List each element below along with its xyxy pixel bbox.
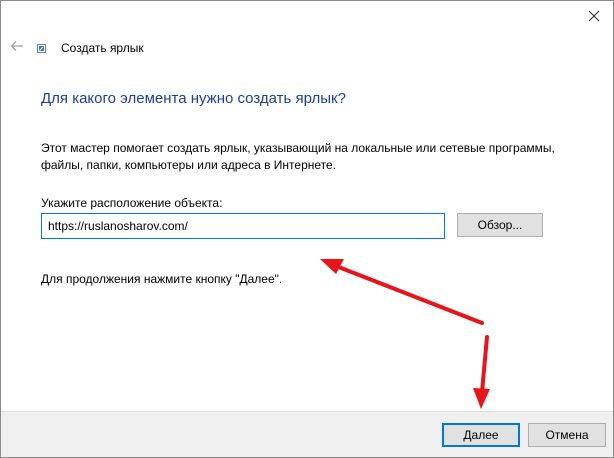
page-heading: Для какого элемента нужно создать ярлык? (41, 90, 346, 107)
dialog-footer: Далее Отмена (1, 411, 613, 457)
close-icon (588, 10, 600, 22)
continue-hint: Для продолжения нажмите кнопку "Далее". (41, 272, 283, 286)
back-button[interactable] (7, 37, 27, 55)
next-button[interactable]: Далее (442, 423, 520, 447)
window-title: Создать ярлык (61, 41, 144, 55)
browse-button[interactable]: Обзор... (457, 213, 543, 237)
create-shortcut-dialog: Создать ярлык Для какого элемента нужно … (0, 0, 614, 458)
location-label: Укажите расположение объекта: (41, 196, 223, 210)
location-input[interactable] (41, 213, 445, 239)
back-arrow-icon (10, 41, 23, 51)
cancel-button[interactable]: Отмена (528, 423, 606, 447)
wizard-header: Создать ярлык (1, 31, 613, 61)
wizard-description: Этот мастер помогает создать ярлык, указ… (41, 141, 555, 172)
shortcut-wizard-icon (37, 44, 46, 53)
close-button[interactable] (579, 3, 609, 29)
